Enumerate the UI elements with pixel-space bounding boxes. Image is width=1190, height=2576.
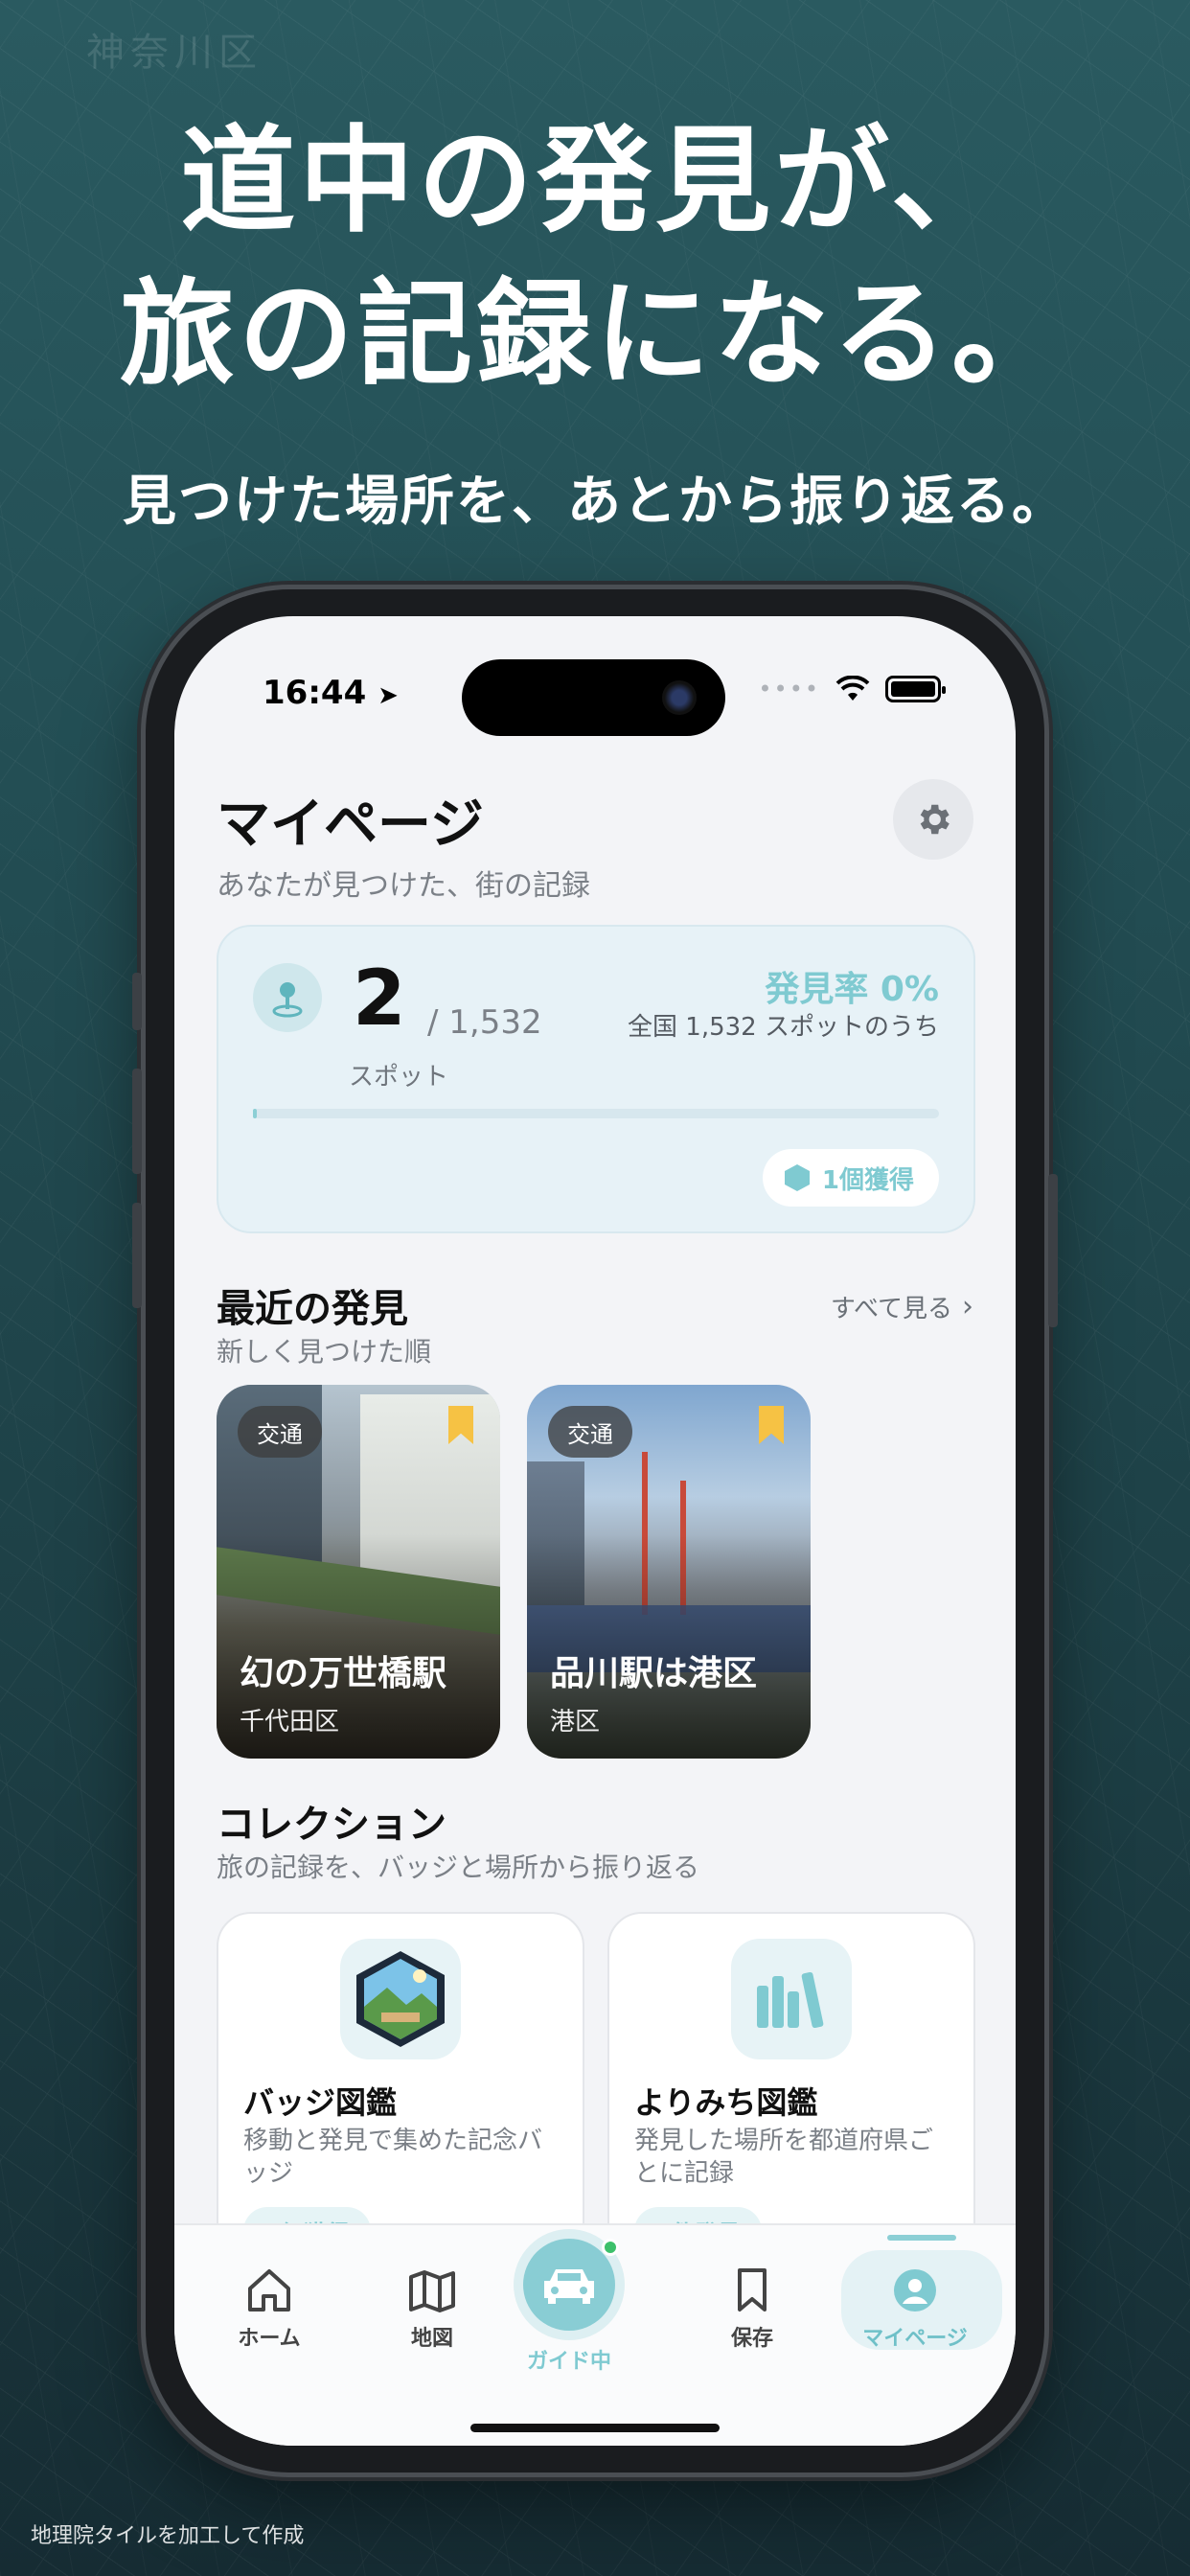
yorimichi-collection-card[interactable]: よりみち図鑑 発見した場所を都道府県ごとに記録 2件発見 › [607,1912,975,2276]
books-icon [757,1971,824,2029]
total-spots: / 1,532 [427,1003,542,1042]
map-pin-icon [272,982,303,1018]
recent-section-subtitle: 新しく見つけた順 [217,1336,432,1368]
home-icon [248,2269,290,2312]
discovery-rate: 発見率 0% [765,970,939,1009]
headline-line-2: 旅の記録になる。 [120,268,1070,402]
cellular-signal-icon: •••• [758,676,820,702]
power-button [1048,1174,1058,1327]
discovery-card[interactable]: 交通 幻の万世橋駅 千代田区 [217,1385,500,1759]
collection-card-title: よりみち図鑑 [634,2084,818,2121]
badge-count-pill[interactable]: 1個獲得 [762,1149,939,1207]
chevron-right-icon: › [962,1290,973,1323]
guide-label: ガイド中 [526,2350,611,2374]
wifi-icon [835,676,870,701]
page-subtitle: あなたが見つけた、街の記録 [217,869,590,903]
collection-card-description: 移動と発見で集めた記念バッジ [243,2127,543,2188]
category-tag: 交通 [238,1406,322,1458]
hexagon-badge-icon [784,1164,810,1191]
bookmark-icon [738,2268,767,2312]
volume-down-button [132,1203,142,1308]
collection-card-description: 発見した場所を都道府県ごとに記録 [634,2127,934,2188]
map-credit: 地理院タイルを加工して作成 [31,2524,305,2548]
collection-section-title: コレクション [217,1803,446,1847]
collection-section-subtitle: 旅の記録を、バッジと場所から振り返る [217,1852,700,1883]
settings-button[interactable] [893,779,973,860]
status-indicators: •••• [758,676,946,702]
recent-section-title: 最近の発見 [217,1287,408,1331]
collection-card-title: バッジ図鑑 [243,2084,398,2121]
badge-icon-container [340,1939,461,2059]
active-tab-indicator [887,2235,956,2241]
phone-frame: 16:44 ➤ •••• マイページ あなたが見つけた、街の記録 2 / 1,5… [132,589,1058,2472]
action-button [132,973,142,1030]
category-tag: 交通 [548,1406,632,1458]
tab-bar: ホーム 地図 ガイド中 保存 マイページ [174,2223,1016,2446]
discovery-title: 幻の万世橋駅 [240,1654,447,1693]
tab-mypage[interactable]: マイページ [843,2260,987,2352]
discovered-count: 2 [353,954,406,1043]
spot-unit-label: スポット [349,1063,449,1092]
location-arrow-icon: ➤ [378,681,399,710]
hero-headline: 道中の発見が、 旅の記録になる。 [0,105,1190,412]
pin-icon-container [253,963,322,1032]
guide-active-dot [602,2239,619,2256]
guide-button[interactable] [523,2239,615,2331]
badge-collection-card[interactable]: バッジ図鑑 移動と発見で集めた記念バッジ 1個獲得 › [217,1912,584,2276]
headline-line-1: 道中の発見が、 [180,115,1010,248]
landscape-badge-icon [356,1951,445,2047]
discovery-card[interactable]: 交通 品川駅は港区 港区 [527,1385,811,1759]
books-icon-container [731,1939,852,2059]
discovery-area: 千代田区 [240,1708,340,1736]
see-all-link[interactable]: すべて見る › [831,1289,973,1324]
page-title: マイページ [217,794,484,856]
app-screen: 16:44 ➤ •••• マイページ あなたが見つけた、街の記録 2 / 1,5… [174,616,1016,2446]
tab-home[interactable]: ホーム [197,2260,341,2352]
tab-saved[interactable]: 保存 [680,2260,824,2352]
discovery-progress-bar [253,1109,939,1118]
discovery-title: 品川駅は港区 [550,1654,758,1693]
map-icon [409,2270,455,2312]
dynamic-island [462,659,725,736]
hero-subheadline: 見つけた場所を、あとから振り返る。 [123,471,1067,533]
discovery-area: 港区 [550,1708,601,1736]
battery-icon [885,676,946,702]
discovery-rate-caption: 全国 1,532 スポットのうち [628,1013,939,1042]
discovery-stats-card[interactable]: 2 / 1,532 スポット 発見率 0% 全国 1,532 スポットのうち 1… [217,925,975,1233]
gear-icon [920,804,950,835]
volume-up-button [132,1069,142,1174]
discovery-progress-fill [253,1109,257,1118]
car-icon [544,2269,594,2304]
profile-icon [894,2269,936,2312]
status-time: 16:44 ➤ [263,674,399,712]
tab-map[interactable]: 地図 [360,2260,504,2352]
map-district-label: 神奈川区 [86,31,263,75]
home-indicator [470,2424,720,2432]
